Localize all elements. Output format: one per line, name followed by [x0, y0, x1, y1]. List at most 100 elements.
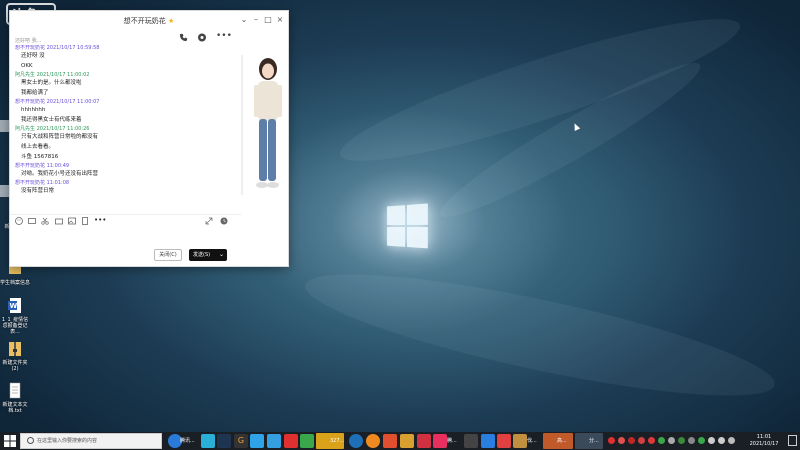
image-icon[interactable] [68, 217, 76, 225]
tray-icon[interactable] [658, 437, 665, 444]
wallpaper-streak [297, 250, 783, 420]
wechat-tray-icon[interactable] [698, 437, 705, 444]
message-text: 对呦。我奶花小号还没有出阵营 [21, 171, 99, 177]
message-text: 斗鱼 1567816 [21, 154, 59, 160]
volume-icon[interactable] [718, 437, 725, 444]
message-meta: 阿凡先生 2021/10/17 11:00:26 [15, 126, 235, 133]
tray-icon[interactable] [668, 437, 675, 444]
app-icon[interactable] [433, 434, 447, 448]
input-method-icon[interactable] [728, 437, 735, 444]
composer-toolbar: ••• [10, 214, 241, 226]
message-meta: 想不开玩奶花 2021/10/17 10:59:58 [15, 45, 235, 52]
app-icon[interactable] [201, 434, 215, 448]
message-group: 想不开玩奶花 2021/10/17 11:00:07 hhhhhhh 我还得黑女… [15, 99, 235, 124]
tray-icon[interactable] [688, 437, 695, 444]
windows-start-icon[interactable] [4, 435, 16, 447]
message-meta: 想不开玩奶花 2021/10/17 11:00:07 [15, 99, 235, 106]
message-text: hhhhhhh [21, 107, 46, 113]
desktop-icon-label: 新建文本文档.txt [2, 402, 28, 414]
desktop-icon-new-text-doc[interactable]: 新建文本文档.txt [0, 382, 30, 414]
tray-icon[interactable] [628, 437, 635, 444]
word-document-icon: W [7, 297, 23, 315]
app-icon[interactable] [513, 434, 527, 448]
more-tools-icon[interactable]: ••• [94, 217, 106, 225]
scrollbar[interactable] [241, 55, 243, 195]
taskbar-app-label: 高... [557, 438, 567, 444]
message-time: 11:00:49 [46, 163, 70, 169]
message-time: 2021/10/17 10:59:58 [46, 45, 100, 51]
sender-name: 阿凡先生 [15, 126, 36, 132]
emoji-icon[interactable] [15, 217, 23, 225]
desktop-icon-label: 新建文件夹(2) [2, 360, 28, 372]
app-g-icon[interactable]: G [234, 434, 248, 448]
close-button[interactable]: 关闭(C) [154, 249, 182, 261]
gif-icon[interactable] [28, 217, 36, 225]
send-button[interactable]: 发送(S) ⌄ [189, 249, 227, 261]
wechat-icon[interactable] [300, 434, 314, 448]
app-red-icon[interactable] [284, 434, 298, 448]
message-list: 想不开玩奶花 2021/10/17 10:59:58 还好呀 没 OKK 阿凡先… [15, 45, 235, 217]
message-group: 阿凡先生 2021/10/17 11:00:26 只有大战和阵营日常啦的都没有 … [15, 126, 235, 161]
desktop-icon-new-folder-2[interactable]: 新建文件夹(2) [0, 340, 30, 372]
notification-icon[interactable] [788, 435, 797, 446]
taskbar-app-label: 腾讯... [180, 438, 195, 444]
message-text: 我还得黑女士有代练来着 [21, 117, 82, 123]
chevron-down-icon[interactable]: ⌄ [219, 249, 224, 261]
zip-folder-icon [7, 340, 23, 358]
history-clock-icon[interactable] [220, 217, 228, 225]
app-icon[interactable] [417, 434, 431, 448]
tray-icon[interactable] [618, 437, 625, 444]
screenshot-icon[interactable] [81, 217, 89, 225]
message-text: OKK [21, 63, 33, 69]
taskbar-app-label: 伐... [527, 438, 537, 444]
folder-icon[interactable] [55, 217, 63, 225]
video-chat-icon[interactable] [197, 33, 207, 44]
maximize-button[interactable]: □ [263, 15, 273, 25]
tray-icon[interactable] [608, 437, 615, 444]
tray-icon[interactable] [678, 437, 685, 444]
expand-icon[interactable] [205, 217, 213, 225]
sender-name: 想不开玩奶花 [15, 180, 46, 186]
desktop-icon-epidemic-form[interactable]: W 1_1_疫情信息报备登记表... [0, 297, 30, 335]
desktop-icon-partial[interactable] [0, 185, 9, 197]
message-text: 还好呀 没 [21, 53, 45, 59]
chat-window: 想不开玩奶花 ★ ⌄ – □ × ••• 还好吧 我... 想不开玩奶花 202… [9, 10, 289, 267]
search-placeholder: 在这里输入你要搜索的内容 [37, 438, 98, 444]
chevron-down-icon[interactable]: ⌄ [239, 15, 249, 25]
message-text: 我都给满了 [21, 90, 49, 96]
sender-name: 阿凡先生 [15, 72, 36, 78]
taskbar-clock[interactable]: 11:01 2021/10/17 [744, 434, 784, 448]
app-orange-icon[interactable] [366, 434, 380, 448]
scissors-icon[interactable] [41, 217, 49, 225]
desktop-icon-label: 1_1_疫情信息报备登记表... [1, 317, 29, 335]
minimize-button[interactable]: – [251, 15, 261, 25]
chat-title-text: 想不开玩奶花 [123, 17, 166, 25]
taskbar-app-label: 327... [330, 438, 345, 444]
message-group: 想不开玩奶花 11:00:49 对呦。我奶花小号还没有出阵营 [15, 163, 235, 178]
windows-logo [387, 203, 430, 250]
message-time: 2021/10/17 11:00:26 [36, 126, 90, 132]
tencent-app-icon[interactable] [250, 434, 264, 448]
clock-time: 11:01 [756, 434, 772, 440]
send-button-label: 发送(S) [193, 252, 211, 258]
phone-icon[interactable] [179, 33, 188, 44]
app-icon[interactable] [481, 434, 495, 448]
app-icon[interactable] [497, 434, 511, 448]
message-text: 只有大战和阵营日常啦的都没有 [21, 134, 99, 140]
tray-icon[interactable] [638, 437, 645, 444]
network-icon[interactable] [708, 437, 715, 444]
app-icon[interactable] [464, 434, 478, 448]
taskbar-search-input[interactable]: 在这里输入你要搜索的内容 [20, 433, 162, 449]
desktop-icon-partial[interactable] [0, 120, 9, 132]
text-file-icon [7, 382, 23, 400]
tray-icon[interactable] [648, 437, 655, 444]
qq-icon[interactable] [267, 434, 281, 448]
more-options-icon[interactable]: ••• [216, 32, 232, 41]
taskbar-app-label: 分... [589, 438, 599, 444]
app-icon[interactable] [383, 434, 397, 448]
steam-icon[interactable] [217, 434, 231, 448]
app-icon[interactable] [400, 434, 414, 448]
truncated-message: 还好吧 我... [15, 38, 42, 44]
close-window-button[interactable]: × [275, 15, 285, 25]
app-blue-icon[interactable] [349, 434, 363, 448]
